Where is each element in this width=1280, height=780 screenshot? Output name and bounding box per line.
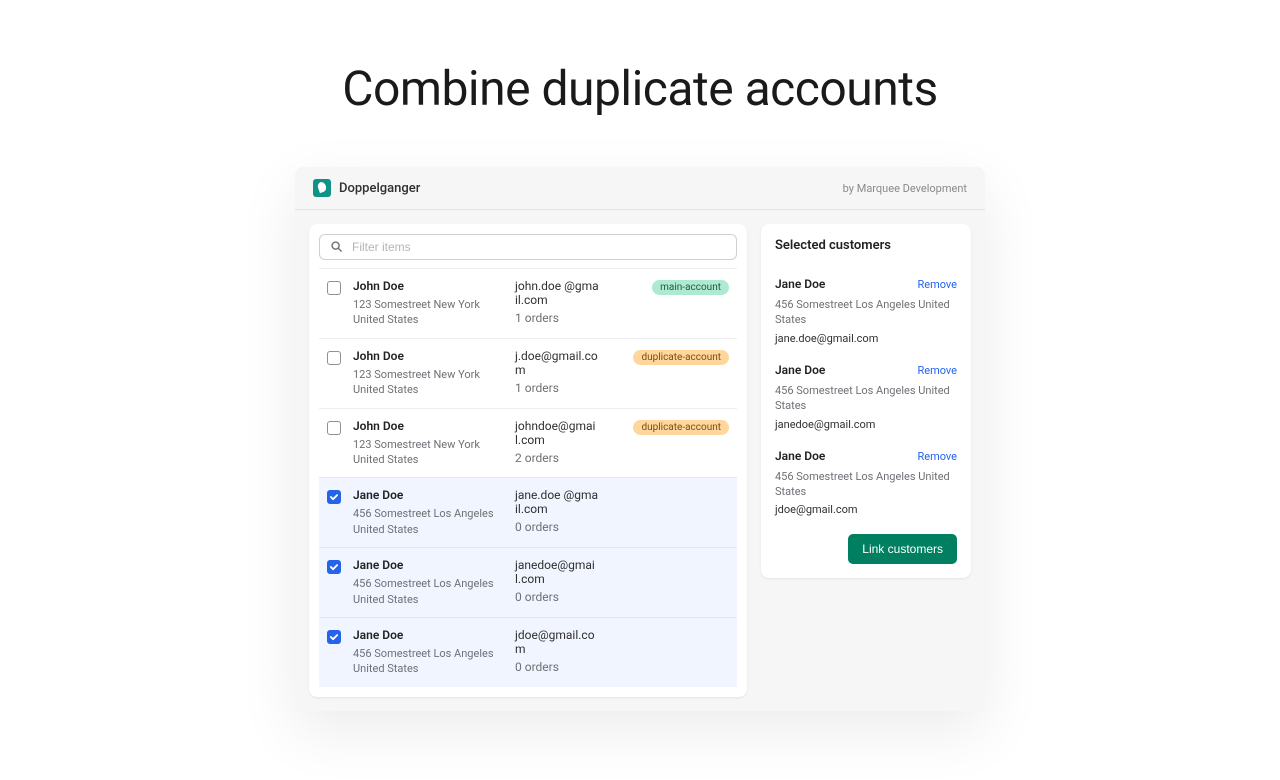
search-input[interactable] xyxy=(352,240,726,254)
selected-customer: Jane Doe Remove 456 Somestreet Los Angeles… xyxy=(775,363,957,431)
customer-email-col: jane.doe @gmail.com 0 orders xyxy=(515,488,600,534)
customer-email-col: john.doe @gmail.com 1 orders xyxy=(515,279,600,325)
customer-name: John Doe xyxy=(353,349,503,363)
selected-customer-address: 456 Somestreet Los Angeles United States xyxy=(775,383,957,414)
selected-customers-list: Jane Doe Remove 456 Somestreet Los Angeles… xyxy=(775,277,957,516)
customer-info: Jane Doe 456 Somestreet Los Angeles Unite… xyxy=(353,558,503,607)
customer-email: jdoe@gmail.com xyxy=(515,628,600,656)
customer-checkbox[interactable] xyxy=(327,421,341,435)
customer-info: Jane Doe 456 Somestreet Los Angeles Unite… xyxy=(353,488,503,537)
customer-row[interactable]: Jane Doe 456 Somestreet Los Angeles Unite… xyxy=(319,547,737,617)
customer-row[interactable]: John Doe 123 Somestreet New York United S… xyxy=(319,338,737,408)
customer-email-col: jdoe@gmail.com 0 orders xyxy=(515,628,600,674)
customer-row[interactable]: Jane Doe 456 Somestreet Los Angeles Unite… xyxy=(319,477,737,547)
customer-checkbox[interactable] xyxy=(327,630,341,644)
remove-link[interactable]: Remove xyxy=(917,278,957,291)
app-name: Doppelganger xyxy=(339,181,420,196)
customer-address: 456 Somestreet Los Angeles United States xyxy=(353,576,503,607)
selected-customers-panel: Selected customers Jane Doe Remove 456 Som… xyxy=(761,224,971,578)
selected-customer-name: Jane Doe xyxy=(775,277,825,291)
customer-checkbox[interactable] xyxy=(327,281,341,295)
selected-customer-header: Jane Doe Remove xyxy=(775,449,957,463)
customer-orders: 0 orders xyxy=(515,660,600,674)
customer-row[interactable]: Jane Doe 456 Somestreet Los Angeles Unite… xyxy=(319,617,737,687)
customer-info: John Doe 123 Somestreet New York United S… xyxy=(353,419,503,468)
customer-orders: 2 orders xyxy=(515,451,600,465)
customer-list-panel: John Doe 123 Somestreet New York United S… xyxy=(309,224,747,697)
customer-name: John Doe xyxy=(353,279,503,293)
customer-badge-col: duplicate-account xyxy=(633,419,729,435)
selected-customer-header: Jane Doe Remove xyxy=(775,277,957,291)
customer-email-col: johndoe@gmail.com 2 orders xyxy=(515,419,600,465)
selected-customers-title: Selected customers xyxy=(775,238,957,253)
customer-badge-col: duplicate-account xyxy=(633,349,729,365)
selected-customer-name: Jane Doe xyxy=(775,449,825,463)
customer-name: Jane Doe xyxy=(353,628,503,642)
selected-customer-address: 456 Somestreet Los Angeles United States xyxy=(775,297,957,328)
customer-email-col: j.doe@gmail.com 1 orders xyxy=(515,349,600,395)
selected-customer-email: jane.doe@gmail.com xyxy=(775,332,957,345)
app-logo: Doppelganger xyxy=(313,179,420,197)
selected-customer: Jane Doe Remove 456 Somestreet Los Angeles… xyxy=(775,449,957,517)
customer-orders: 1 orders xyxy=(515,311,600,325)
customer-list: John Doe 123 Somestreet New York United S… xyxy=(319,268,737,687)
selected-customer-header: Jane Doe Remove xyxy=(775,363,957,377)
customer-email: j.doe@gmail.com xyxy=(515,349,600,377)
customer-address: 123 Somestreet New York United States xyxy=(353,437,503,468)
customer-row[interactable]: John Doe 123 Somestreet New York United S… xyxy=(319,268,737,338)
customer-name: Jane Doe xyxy=(353,558,503,572)
customer-orders: 0 orders xyxy=(515,520,600,534)
customer-row[interactable]: John Doe 123 Somestreet New York United S… xyxy=(319,408,737,478)
customer-address: 456 Somestreet Los Angeles United States xyxy=(353,646,503,677)
account-badge: main-account xyxy=(652,280,729,295)
customer-badge-col: main-account xyxy=(652,279,729,295)
customer-name: John Doe xyxy=(353,419,503,433)
customer-address: 123 Somestreet New York United States xyxy=(353,367,503,398)
customer-email: jane.doe @gmail.com xyxy=(515,488,600,516)
app-header: Doppelganger by Marquee Development xyxy=(295,167,985,210)
selected-customer-email: janedoe@gmail.com xyxy=(775,418,957,431)
remove-link[interactable]: Remove xyxy=(917,364,957,377)
search-icon xyxy=(330,240,344,254)
page-title: Combine duplicate accounts xyxy=(0,60,1280,117)
customer-name: Jane Doe xyxy=(353,488,503,502)
customer-email-col: janedoe@gmail.com 0 orders xyxy=(515,558,600,604)
customer-checkbox[interactable] xyxy=(327,560,341,574)
customer-info: Jane Doe 456 Somestreet Los Angeles Unite… xyxy=(353,628,503,677)
customer-checkbox[interactable] xyxy=(327,351,341,365)
selected-customer: Jane Doe Remove 456 Somestreet Los Angeles… xyxy=(775,277,957,345)
app-byline: by Marquee Development xyxy=(843,182,967,195)
account-badge: duplicate-account xyxy=(633,420,729,435)
remove-link[interactable]: Remove xyxy=(917,450,957,463)
customer-email: john.doe @gmail.com xyxy=(515,279,600,307)
customer-info: John Doe 123 Somestreet New York United S… xyxy=(353,279,503,328)
logo-icon xyxy=(313,179,331,197)
customer-address: 123 Somestreet New York United States xyxy=(353,297,503,328)
customer-address: 456 Somestreet Los Angeles United States xyxy=(353,506,503,537)
selected-customer-email: jdoe@gmail.com xyxy=(775,503,957,516)
app-body: John Doe 123 Somestreet New York United S… xyxy=(295,210,985,711)
selected-customer-name: Jane Doe xyxy=(775,363,825,377)
app-frame: Doppelganger by Marquee Development John… xyxy=(295,167,985,711)
link-customers-button[interactable]: Link customers xyxy=(848,534,957,564)
customer-info: John Doe 123 Somestreet New York United S… xyxy=(353,349,503,398)
customer-email: janedoe@gmail.com xyxy=(515,558,600,586)
customer-email: johndoe@gmail.com xyxy=(515,419,600,447)
customer-orders: 0 orders xyxy=(515,590,600,604)
selected-customer-address: 456 Somestreet Los Angeles United States xyxy=(775,469,957,500)
account-badge: duplicate-account xyxy=(633,350,729,365)
customer-orders: 1 orders xyxy=(515,381,600,395)
search-box[interactable] xyxy=(319,234,737,260)
customer-checkbox[interactable] xyxy=(327,490,341,504)
